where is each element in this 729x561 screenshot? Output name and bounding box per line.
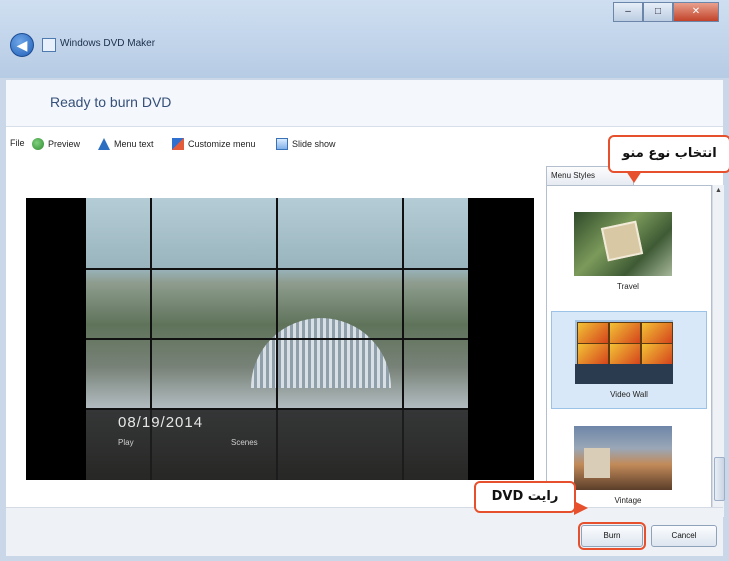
menu-styles-list: Travel Video Wall Vintage bbox=[546, 185, 712, 519]
style-item-travel[interactable]: Travel bbox=[551, 204, 705, 300]
slide-show-icon bbox=[276, 138, 288, 150]
menu-style-callout: انتخاب نوع منو bbox=[608, 135, 729, 183]
menu-text-button[interactable]: Menu text bbox=[98, 138, 154, 150]
customize-menu-button[interactable]: Customize menu bbox=[172, 138, 256, 150]
scroll-thumb[interactable] bbox=[714, 457, 725, 501]
slide-show-button[interactable]: Slide show bbox=[276, 138, 336, 150]
menu-text-icon bbox=[98, 138, 110, 150]
style-label: Travel bbox=[617, 282, 639, 291]
scroll-up-arrow-icon[interactable]: ▲ bbox=[713, 185, 724, 197]
menu-preview: 08/19/2014 Play Scenes bbox=[26, 198, 534, 480]
maximize-button[interactable]: □ bbox=[643, 2, 673, 22]
title-bar: ◀ Windows DVD Maker – □ ✕ bbox=[0, 0, 729, 78]
styles-scrollbar[interactable]: ▲ ▼ bbox=[712, 185, 725, 517]
vintage-thumbnail bbox=[574, 426, 672, 490]
play-menu-item: Play bbox=[118, 438, 134, 447]
cancel-button[interactable]: Cancel bbox=[651, 525, 717, 547]
main-content: 08/19/2014 Play Scenes Menu Styles Trave… bbox=[6, 161, 725, 519]
preview-label: Preview bbox=[48, 139, 81, 149]
footer: Burn Cancel bbox=[6, 507, 723, 556]
travel-thumbnail bbox=[574, 212, 672, 276]
grid-divider bbox=[86, 268, 468, 270]
burn-callout: رایت DVD bbox=[474, 481, 588, 515]
burn-callout-text: رایت DVD bbox=[491, 489, 559, 504]
status-heading: Ready to burn DVD bbox=[50, 94, 172, 110]
style-label: Video Wall bbox=[610, 390, 648, 399]
menu-text-label: Menu text bbox=[114, 139, 154, 149]
dvd-maker-app-icon bbox=[42, 38, 56, 52]
window-title: Windows DVD Maker bbox=[60, 38, 156, 49]
video-wall-thumbnail bbox=[575, 320, 673, 384]
window-controls: – □ ✕ bbox=[613, 2, 719, 22]
grid-divider bbox=[86, 338, 468, 340]
back-arrow-icon[interactable]: ◀ bbox=[10, 33, 34, 57]
slide-show-label: Slide show bbox=[292, 139, 336, 149]
style-item-video-wall[interactable]: Video Wall bbox=[551, 311, 707, 409]
menu-style-callout-text: انتخاب نوع منو bbox=[622, 146, 717, 161]
file-menu[interactable]: File bbox=[10, 138, 25, 148]
close-button[interactable]: ✕ bbox=[673, 2, 719, 22]
preview-button[interactable]: Preview bbox=[32, 138, 80, 150]
preview-icon bbox=[32, 138, 44, 150]
scenes-menu-item: Scenes bbox=[231, 438, 258, 447]
minimize-button[interactable]: – bbox=[613, 2, 643, 22]
callout-pointer bbox=[626, 171, 642, 183]
file-menu-label: File bbox=[10, 138, 25, 148]
disc-title-date: 08/19/2014 bbox=[118, 414, 204, 431]
burn-button[interactable]: Burn bbox=[578, 522, 646, 550]
customize-menu-icon bbox=[172, 138, 184, 150]
wizard-header: Ready to burn DVD bbox=[6, 80, 723, 127]
callout-pointer bbox=[574, 501, 588, 515]
dvd-maker-window: ◀ Windows DVD Maker – □ ✕ Ready to burn … bbox=[0, 0, 729, 561]
customize-menu-label: Customize menu bbox=[188, 139, 256, 149]
